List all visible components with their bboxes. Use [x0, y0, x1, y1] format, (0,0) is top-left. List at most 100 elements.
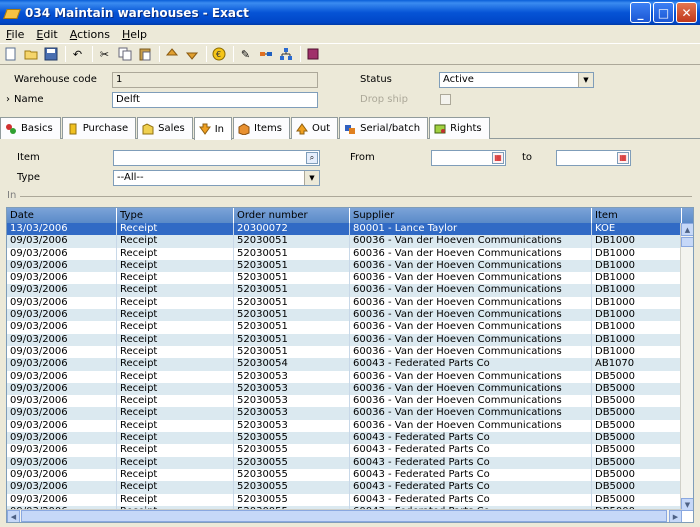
column-header-supplier[interactable]: Supplier [350, 208, 592, 223]
previous-record-icon[interactable] [163, 46, 180, 63]
menu-actions[interactable]: Actions [64, 28, 116, 41]
tab-basics[interactable]: Basics [0, 117, 61, 139]
lookup-icon[interactable]: ⌕ [306, 152, 318, 164]
menu-edit[interactable]: Edit [30, 28, 63, 41]
next-record-icon[interactable] [183, 46, 200, 63]
scroll-down-icon[interactable]: ▼ [681, 498, 693, 511]
type-filter-select[interactable]: --All-- ▼ [113, 170, 320, 186]
table-row[interactable]: 09/03/2006 Receipt 52030051 60036 - Van der… [7, 321, 682, 334]
menu-file[interactable]: File [0, 28, 30, 41]
table-row[interactable]: 09/03/2006 Receipt 52030051 60036 - Van der… [7, 333, 682, 346]
table-row[interactable]: 09/03/2006Receipt5203005560043 - Federat… [7, 481, 682, 494]
paste-icon[interactable] [136, 46, 153, 63]
tab-out[interactable]: Out [291, 117, 339, 139]
scroll-thumb[interactable] [681, 237, 693, 247]
table-row[interactable]: 09/03/2006 Receipt 52030051 60036 - Van der… [7, 247, 682, 260]
table-cell: 09/03/2006 [7, 419, 117, 433]
tab-in[interactable]: In [193, 117, 233, 140]
calendar-icon[interactable]: ▦ [617, 152, 629, 164]
table-cell: 60036 - Van der Hoeven Communications [350, 395, 592, 408]
chevron-down-icon[interactable]: ▼ [578, 73, 593, 87]
minimize-button[interactable]: _ [630, 2, 651, 23]
table-row[interactable]: 09/03/2006 Receipt 52030051 60036 - Van der… [7, 259, 682, 273]
table-cell: 60036 - Van der Hoeven Communications [350, 419, 592, 433]
table-cell: KOE [592, 223, 682, 236]
column-header-item[interactable]: Item [592, 208, 682, 223]
warehouse-code-field[interactable]: 1 [112, 72, 318, 88]
table-row[interactable]: 09/03/2006 Receipt 52030051 60036 - Van der… [7, 296, 682, 310]
link-icon[interactable] [257, 46, 274, 63]
calendar-icon[interactable]: ▦ [492, 152, 504, 164]
table-row[interactable]: 09/03/2006 Receipt 52030053 60036 - Van der… [7, 419, 682, 433]
table-row[interactable]: 09/03/2006 Receipt 52030053 60036 - Van der… [7, 370, 682, 383]
table-cell: 60036 - Van der Hoeven Communications [350, 235, 592, 248]
table-cell: Receipt [117, 345, 234, 359]
maximize-button[interactable]: □ [653, 2, 674, 23]
drop-ship-checkbox[interactable] [440, 94, 451, 105]
column-header-type[interactable]: Type [117, 208, 234, 223]
column-header-order-number[interactable]: Order number [234, 208, 350, 223]
table-row[interactable]: 09/03/2006 Receipt 52030051 60036 - Van der… [7, 235, 682, 248]
tab-sales[interactable]: Sales [137, 117, 193, 139]
to-date-input[interactable]: ▦ [556, 150, 631, 166]
table-cell: Receipt [117, 259, 234, 273]
menu-help[interactable]: Help [116, 28, 153, 41]
undo-icon[interactable]: ↶ [69, 46, 86, 63]
table-cell: 09/03/2006 [7, 309, 117, 322]
from-date-input[interactable]: ▦ [431, 150, 506, 166]
open-folder-icon[interactable] [22, 46, 39, 63]
table-row[interactable]: 09/03/2006 Receipt 52030051 60036 - Van der… [7, 284, 682, 297]
table-cell: 09/03/2006 [7, 481, 117, 494]
type-filter-label: Type [17, 172, 40, 183]
chevron-down-icon[interactable]: ▼ [304, 171, 319, 185]
status-select[interactable]: Active ▼ [439, 72, 594, 88]
copy-icon[interactable] [116, 46, 133, 63]
table-row[interactable]: 09/03/2006Receipt5203005560043 - Federat… [7, 468, 682, 482]
book-icon[interactable] [304, 46, 321, 63]
table-row[interactable]: 09/03/2006 Receipt 52030051 60036 - Van der… [7, 272, 682, 285]
table-row[interactable]: 09/03/2006Receipt5203005560043 - Federat… [7, 493, 682, 506]
edit-icon[interactable]: ✎ [237, 46, 254, 63]
item-filter-input[interactable]: ⌕ [113, 150, 320, 166]
vertical-scrollbar[interactable]: ▲ ▼ [680, 223, 693, 511]
drop-ship-label: Drop ship [360, 94, 408, 105]
status-value: Active [443, 74, 474, 85]
table-cell: DB5000 [592, 468, 682, 482]
table-row[interactable]: 09/03/2006 Receipt 52030053 60036 - Van der… [7, 382, 682, 396]
scroll-right-icon[interactable]: ▶ [669, 510, 682, 522]
cut-icon[interactable]: ✂ [96, 46, 113, 63]
table-cell: 09/03/2006 [7, 284, 117, 297]
table-row[interactable]: 09/03/2006 Receipt 52030053 60036 - Van der… [7, 395, 682, 408]
tab-serial-batch[interactable]: Serial/batch [339, 117, 429, 139]
table-row[interactable]: 09/03/2006 Receipt 52030051 60036 - Van der… [7, 309, 682, 322]
currency-icon[interactable]: € [210, 46, 227, 63]
table-row[interactable]: 09/03/2006 Receipt 52030053 60036 - Van der… [7, 407, 682, 420]
table-cell: DB1000 [592, 345, 682, 359]
horizontal-scrollbar[interactable]: ◀ ▶ [7, 509, 682, 522]
save-icon[interactable] [42, 46, 59, 63]
scroll-left-icon[interactable]: ◀ [7, 510, 20, 522]
table-row[interactable]: 09/03/2006 Receipt 52030054 60043 - Federat… [7, 358, 682, 371]
horizontal-scroll-thumb[interactable] [21, 510, 667, 522]
table-cell: Receipt [117, 235, 234, 248]
table-cell: Receipt [117, 395, 234, 408]
column-header-date[interactable]: Date [7, 208, 117, 223]
name-field[interactable]: Delft [112, 92, 318, 108]
new-icon[interactable] [2, 46, 19, 63]
tab-rights[interactable]: Rights [429, 117, 490, 139]
table-row[interactable]: 13/03/2006 Receipt 20300072 80001 - Lance T… [7, 223, 682, 236]
tab-purchase[interactable]: Purchase [61, 117, 137, 139]
table-cell: 09/03/2006 [7, 468, 117, 482]
tab-items[interactable]: Items [233, 117, 291, 139]
table-row[interactable]: 09/03/2006Receipt5203005560043 - Federat… [7, 456, 682, 469]
table-cell: 52030053 [234, 395, 350, 408]
table-cell: Receipt [117, 284, 234, 297]
table-cell: 09/03/2006 [7, 333, 117, 346]
table-row[interactable]: 09/03/2006 Receipt 52030051 60036 - Van der… [7, 345, 682, 359]
hierarchy-icon[interactable] [277, 46, 294, 63]
table-row[interactable]: 09/03/2006Receipt5203005560043 - Federat… [7, 444, 682, 457]
table-cell: 60043 - Federated Parts Co [350, 456, 592, 469]
scroll-up-icon[interactable]: ▲ [681, 223, 693, 236]
close-button[interactable]: ✕ [676, 2, 697, 23]
table-row[interactable]: 09/03/2006Receipt5203005560043 - Federat… [7, 432, 682, 445]
